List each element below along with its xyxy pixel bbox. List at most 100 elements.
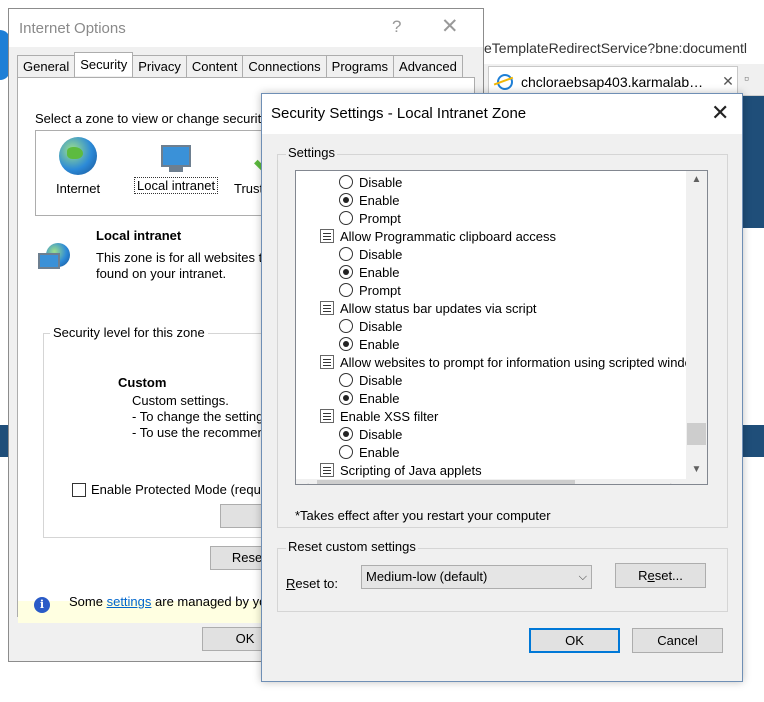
radio-checked-icon[interactable] [339,391,353,405]
setting-option[interactable]: Disable [339,371,402,389]
security-settings-dialog: Security Settings - Local Intranet Zone … [261,93,743,682]
setting-category: Enable XSS filter [320,407,438,425]
restart-note: *Takes effect after you restart your com… [295,508,551,523]
radio-unchecked-icon[interactable] [339,175,353,189]
tab-general[interactable]: General [17,55,76,77]
local-intranet-icon [38,243,72,277]
reset-to-label: Reset to: [286,576,338,591]
setting-option[interactable]: Enable [339,191,399,209]
page-band-left [0,425,8,457]
reset-button[interactable]: Reset... [615,563,706,588]
radio-unchecked-icon[interactable] [339,283,353,297]
radio-checked-icon[interactable] [339,337,353,351]
setting-option[interactable]: Prompt [339,209,401,227]
tab-content[interactable]: Content [185,55,244,77]
checkbox-box[interactable] [72,482,86,497]
setting-label: Scripting of Java applets [340,462,482,478]
zone-label: Local intranet [134,177,219,194]
zone-description-line: This zone is for all websites that are [96,250,303,265]
scroll-up-icon[interactable]: ▲ [686,171,707,188]
setting-option[interactable]: Enable [339,389,399,407]
setting-option[interactable]: Prompt [339,281,401,299]
new-tab-icon[interactable]: ▫ [744,70,764,90]
cancel-button[interactable]: Cancel [632,628,723,653]
setting-label: Enable XSS filter [340,408,439,424]
setting-category-icon [320,229,334,243]
setting-option[interactable]: Enable [339,443,399,461]
setting-option[interactable]: Disable [339,317,402,335]
reset-button-text: set... [654,568,683,583]
zone-internet[interactable]: Internet [56,137,100,196]
intranet-icon [161,145,192,167]
radio-checked-icon[interactable] [339,427,353,441]
setting-label: Enable [359,444,400,460]
close-tab-icon[interactable]: ✕ [719,73,737,90]
zone-label: Internet [56,181,101,196]
reset-legend: Reset custom settings [286,539,418,554]
horizontal-scroll-thumb[interactable] [317,480,575,484]
tab-connections[interactable]: Connections [242,55,327,77]
radio-checked-icon[interactable] [339,193,353,207]
ok-button[interactable]: OK [529,628,620,653]
setting-label: Enable [359,192,400,208]
horizontal-scrollbar[interactable]: ◀ ▶ [296,479,686,484]
reset-level-value: Medium-low (default) [366,569,488,584]
tab-programs[interactable]: Programs [325,55,395,77]
radio-unchecked-icon[interactable] [339,211,353,225]
scroll-left-icon[interactable]: ◀ [296,479,313,484]
setting-option[interactable]: Enable [339,263,399,281]
zone-local-intranet[interactable]: Local intranet [134,137,219,194]
vertical-scroll-thumb[interactable] [687,423,706,445]
internet-options-titlebar[interactable]: Internet Options ? ✕ [9,9,483,47]
settings-link[interactable]: settings [107,594,152,609]
setting-option[interactable]: Enable [339,335,399,353]
setting-label: Disable [359,426,403,442]
reset-custom-settings-group: Reset custom settings Reset to: Medium-l… [277,539,728,612]
radio-unchecked-icon[interactable] [339,373,353,387]
scroll-down-icon[interactable]: ▼ [686,461,707,478]
setting-label: Allow websites to prompt for information… [340,354,708,370]
security-settings-titlebar[interactable]: Security Settings - Local Intranet Zone … [262,94,742,134]
close-icon[interactable]: ✕ [441,14,459,39]
close-icon[interactable]: ✕ [711,100,729,126]
reset-level-select[interactable]: Medium-low (default) ⌵ [361,565,592,589]
security-level-legend: Security level for this zone [50,325,208,340]
help-icon[interactable]: ? [392,17,401,37]
setting-category-icon [320,463,334,477]
reset-to-mnemonic: R [286,576,296,591]
tab-advanced[interactable]: Advanced [393,55,463,77]
zone-name: Local intranet [96,228,182,243]
scroll-right-icon[interactable]: ▶ [666,479,683,484]
setting-category: Scripting of Java applets [320,461,482,479]
browser-tab-title: chcloraebsap403.karmalab… [521,73,704,90]
setting-option[interactable]: Disable [339,173,402,191]
setting-category-icon [320,409,334,423]
settings-tree[interactable]: Disable Enable Prompt Allow Programmatic cl… [295,170,708,485]
info-icon: i [34,597,50,613]
reset-to-text: eset to: [295,576,339,591]
dialog-title: Security Settings - Local Intranet Zone [271,105,527,122]
setting-option[interactable]: Disable [339,245,402,263]
radio-unchecked-icon[interactable] [339,445,353,459]
zone-description: This zone is for all websites that are f… [96,250,303,282]
chevron-down-icon: ⌵ [578,571,587,583]
setting-label: Allow status bar updates via script [340,300,537,316]
radio-checked-icon[interactable] [339,265,353,279]
radio-unchecked-icon[interactable] [339,319,353,333]
tab-privacy[interactable]: Privacy [132,55,187,77]
browser-address-bar[interactable]: eTemplateRedirectService?bne:documentl [484,36,764,60]
info-prefix: Some [69,594,103,609]
radio-unchecked-icon[interactable] [339,247,353,261]
setting-category: Allow status bar updates via script [320,299,537,317]
vertical-scrollbar[interactable]: ▲ ▼ [686,171,707,484]
scrollbar-corner [686,479,707,484]
browser-tab[interactable]: chcloraebsap403.karmalab… ✕ [488,66,738,96]
tab-security[interactable]: Security [74,52,134,76]
setting-label: Prompt [359,210,401,226]
setting-option[interactable]: Disable [339,425,402,443]
setting-label: Enable [359,264,400,280]
setting-label: Allow Programmatic clipboard access [340,228,557,244]
options-tabs: General Security Privacy Content Connect… [17,52,463,77]
page-band [740,425,764,457]
setting-label: Enable [359,390,400,406]
